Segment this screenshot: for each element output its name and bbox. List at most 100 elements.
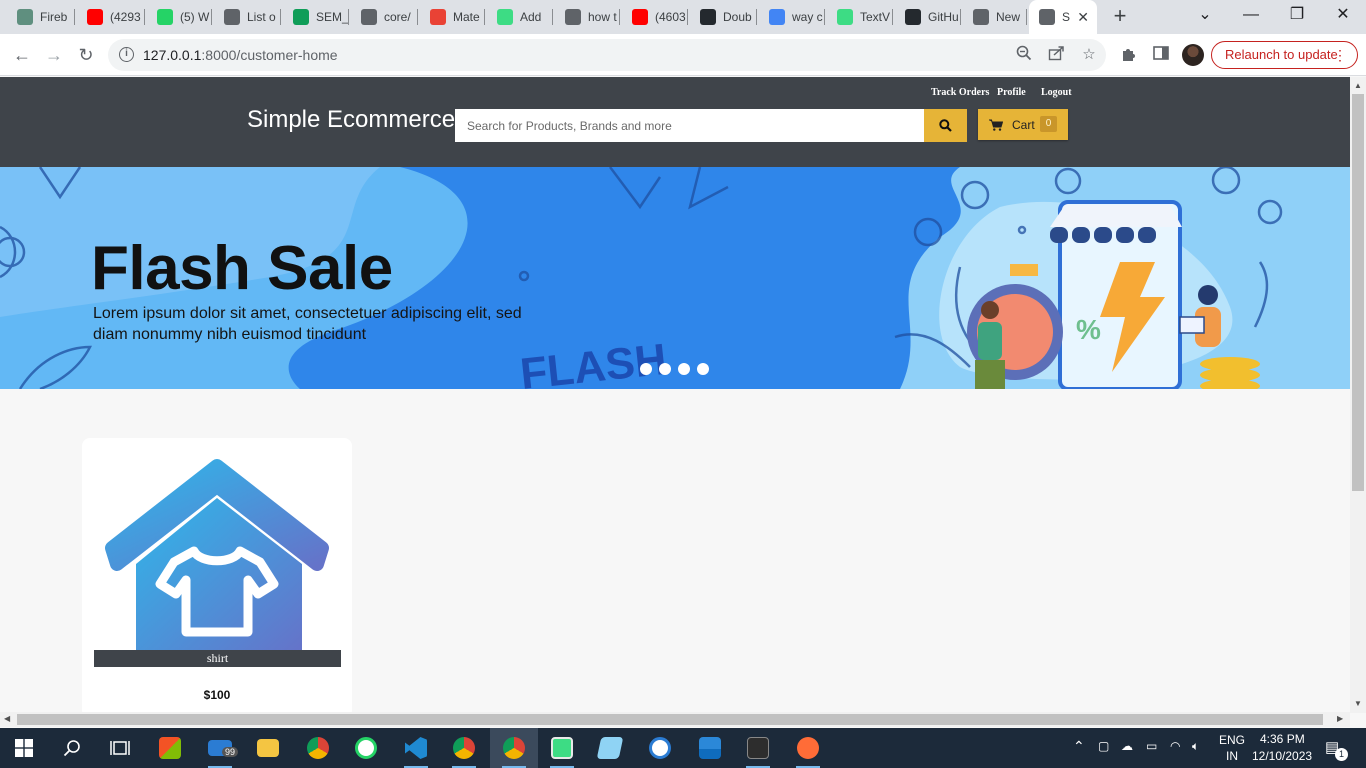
mail-icon[interactable]: 99 <box>196 728 244 768</box>
bookmark-star-icon[interactable]: ☆ <box>1079 45 1099 65</box>
browser-tab[interactable]: List o <box>214 5 281 29</box>
back-button[interactable]: ← <box>9 42 35 68</box>
browser-tab[interactable]: (4293 <box>77 5 145 29</box>
cart-button[interactable]: Cart 0 <box>978 109 1068 140</box>
close-tab-icon[interactable]: ✕ <box>1077 9 1089 26</box>
postman-icon[interactable] <box>784 728 832 768</box>
network-device-icon[interactable]: ▢ <box>1098 739 1109 753</box>
browser-tab[interactable]: New <box>963 5 1027 29</box>
browser-tab[interactable]: how t <box>555 5 620 29</box>
tab-search-icon[interactable]: ⌄ <box>1182 4 1228 28</box>
address-bar[interactable]: i 127.0.0.1:8000/customer-home ☆ <box>108 39 1106 71</box>
photos-icon[interactable] <box>686 728 734 768</box>
share-icon[interactable] <box>1046 45 1066 65</box>
relaunch-to-update-button[interactable]: Relaunch to update ⋮ <box>1211 41 1358 69</box>
browser-tab[interactable]: S ✕ <box>1029 0 1097 34</box>
chrome-profile-icon[interactable] <box>440 728 488 768</box>
taskbar-search-icon[interactable] <box>48 728 96 768</box>
wifi-icon[interactable]: ◠ <box>1170 739 1180 753</box>
browser-tab[interactable]: Fireb <box>7 5 75 29</box>
chrome-active-icon[interactable] <box>490 728 538 768</box>
side-panel-icon[interactable] <box>1151 45 1171 65</box>
site-header: Simple Ecommerce Track Orders Profile Lo… <box>0 77 1350 167</box>
browser-tab[interactable]: way c <box>759 5 825 29</box>
extensions-puzzle-icon[interactable] <box>1119 45 1139 65</box>
tab-title: TextV <box>860 10 891 24</box>
scroll-right-arrow-icon[interactable]: ▶ <box>1337 714 1343 723</box>
site-info-icon[interactable]: i <box>119 47 134 62</box>
scroll-down-arrow-icon[interactable]: ▼ <box>1354 699 1362 708</box>
task-view-icon[interactable] <box>96 728 144 768</box>
product-name[interactable]: shirt <box>94 650 341 667</box>
browser-tab[interactable]: Add <box>487 5 553 29</box>
android-studio-icon[interactable] <box>538 728 586 768</box>
minimize-button[interactable]: — <box>1228 4 1274 28</box>
new-tab-button[interactable]: + <box>1108 5 1132 29</box>
profile-link[interactable]: Profile <box>997 87 1026 98</box>
browser-toolbar: ← → ↻ i 127.0.0.1:8000/customer-home ☆ R… <box>0 34 1366 76</box>
profile-avatar[interactable] <box>1182 44 1204 66</box>
carousel-dot[interactable] <box>640 363 652 375</box>
browser-tab[interactable]: (5) W <box>147 5 212 29</box>
scroll-left-arrow-icon[interactable]: ◀ <box>4 714 10 723</box>
scroll-up-arrow-icon[interactable]: ▲ <box>1354 81 1362 90</box>
vertical-scrollbar[interactable]: ▲ ▼ <box>1350 77 1366 713</box>
volume-icon[interactable]: 🔈︎ <box>1192 739 1199 754</box>
language-code[interactable]: ENG <box>1219 733 1245 747</box>
battery-icon[interactable]: ▭ <box>1146 739 1157 753</box>
clock-time[interactable]: 4:36 PM <box>1260 732 1305 746</box>
reload-button[interactable]: ↻ <box>73 42 99 68</box>
vertical-scroll-thumb[interactable] <box>1352 94 1364 491</box>
terminal-icon[interactable] <box>734 728 782 768</box>
tray-overflow-icon[interactable]: ⌃ <box>1073 738 1085 755</box>
browser-tab[interactable]: (4603 <box>622 5 688 29</box>
track-orders-link[interactable]: Track Orders <box>931 87 989 98</box>
search-button[interactable] <box>924 109 967 142</box>
tab-title: Add <box>520 10 542 24</box>
address-url[interactable]: 127.0.0.1:8000/customer-home <box>143 47 338 63</box>
browser-tab[interactable]: Mate <box>420 5 485 29</box>
microsoft-store-icon[interactable] <box>146 728 194 768</box>
horizontal-scrollbar[interactable]: ◀ ▶ <box>0 712 1350 727</box>
file-explorer-icon[interactable] <box>244 728 292 768</box>
globe-icon <box>1039 9 1055 25</box>
product-card[interactable]: shirt $100 <box>82 438 352 718</box>
tab-separator <box>756 9 757 25</box>
close-window-button[interactable]: ✕ <box>1320 4 1366 28</box>
carousel-dot[interactable] <box>659 363 671 375</box>
browser-tab[interactable]: TextV <box>827 5 893 29</box>
browser-tab[interactable]: core/ <box>351 5 418 29</box>
forward-button[interactable]: → <box>41 42 67 68</box>
tab-title: S <box>1062 10 1071 24</box>
tab-separator <box>892 9 893 25</box>
onedrive-icon[interactable]: ☁ <box>1121 739 1133 753</box>
chrome-menu-icon[interactable]: ⋮ <box>1333 42 1347 68</box>
horizontal-scroll-thumb[interactable] <box>17 714 1323 725</box>
vscode-icon[interactable] <box>392 728 440 768</box>
carousel-dot[interactable] <box>678 363 690 375</box>
tab-separator <box>348 9 349 25</box>
browser-tab[interactable]: GitHu <box>895 5 961 29</box>
tab-separator <box>211 9 212 25</box>
windows-taskbar: 99 ⌃ ▢ ☁ ▭ ◠ 🔈︎ ENG IN 4:36 PM 12/10/202… <box>0 728 1366 768</box>
whatsapp-icon[interactable] <box>342 728 390 768</box>
product-search-input[interactable] <box>455 109 924 142</box>
logout-link[interactable]: Logout <box>1041 87 1072 98</box>
vpn-app-icon[interactable] <box>636 728 684 768</box>
notepad-icon[interactable] <box>586 728 634 768</box>
language-region[interactable]: IN <box>1226 749 1238 763</box>
chrome-icon[interactable] <box>294 728 342 768</box>
carousel-dot[interactable] <box>697 363 709 375</box>
zoom-icon[interactable] <box>1014 45 1034 65</box>
search-icon <box>939 119 952 132</box>
start-windows-icon[interactable] <box>0 728 48 768</box>
product-price: $100 <box>203 688 231 702</box>
browser-tab[interactable]: SEM_ <box>283 5 349 29</box>
clock-date[interactable]: 12/10/2023 <box>1252 749 1312 763</box>
flash-sale-banner[interactable]: % FLASH Flash Sale Lorem ipsum dolor sit… <box>0 167 1350 389</box>
restore-button[interactable]: ❐ <box>1274 4 1320 28</box>
browser-tab[interactable]: Doub <box>690 5 757 29</box>
tab-separator <box>144 9 145 25</box>
chrome-icon <box>973 9 989 25</box>
site-brand[interactable]: Simple Ecommerce <box>247 106 455 134</box>
